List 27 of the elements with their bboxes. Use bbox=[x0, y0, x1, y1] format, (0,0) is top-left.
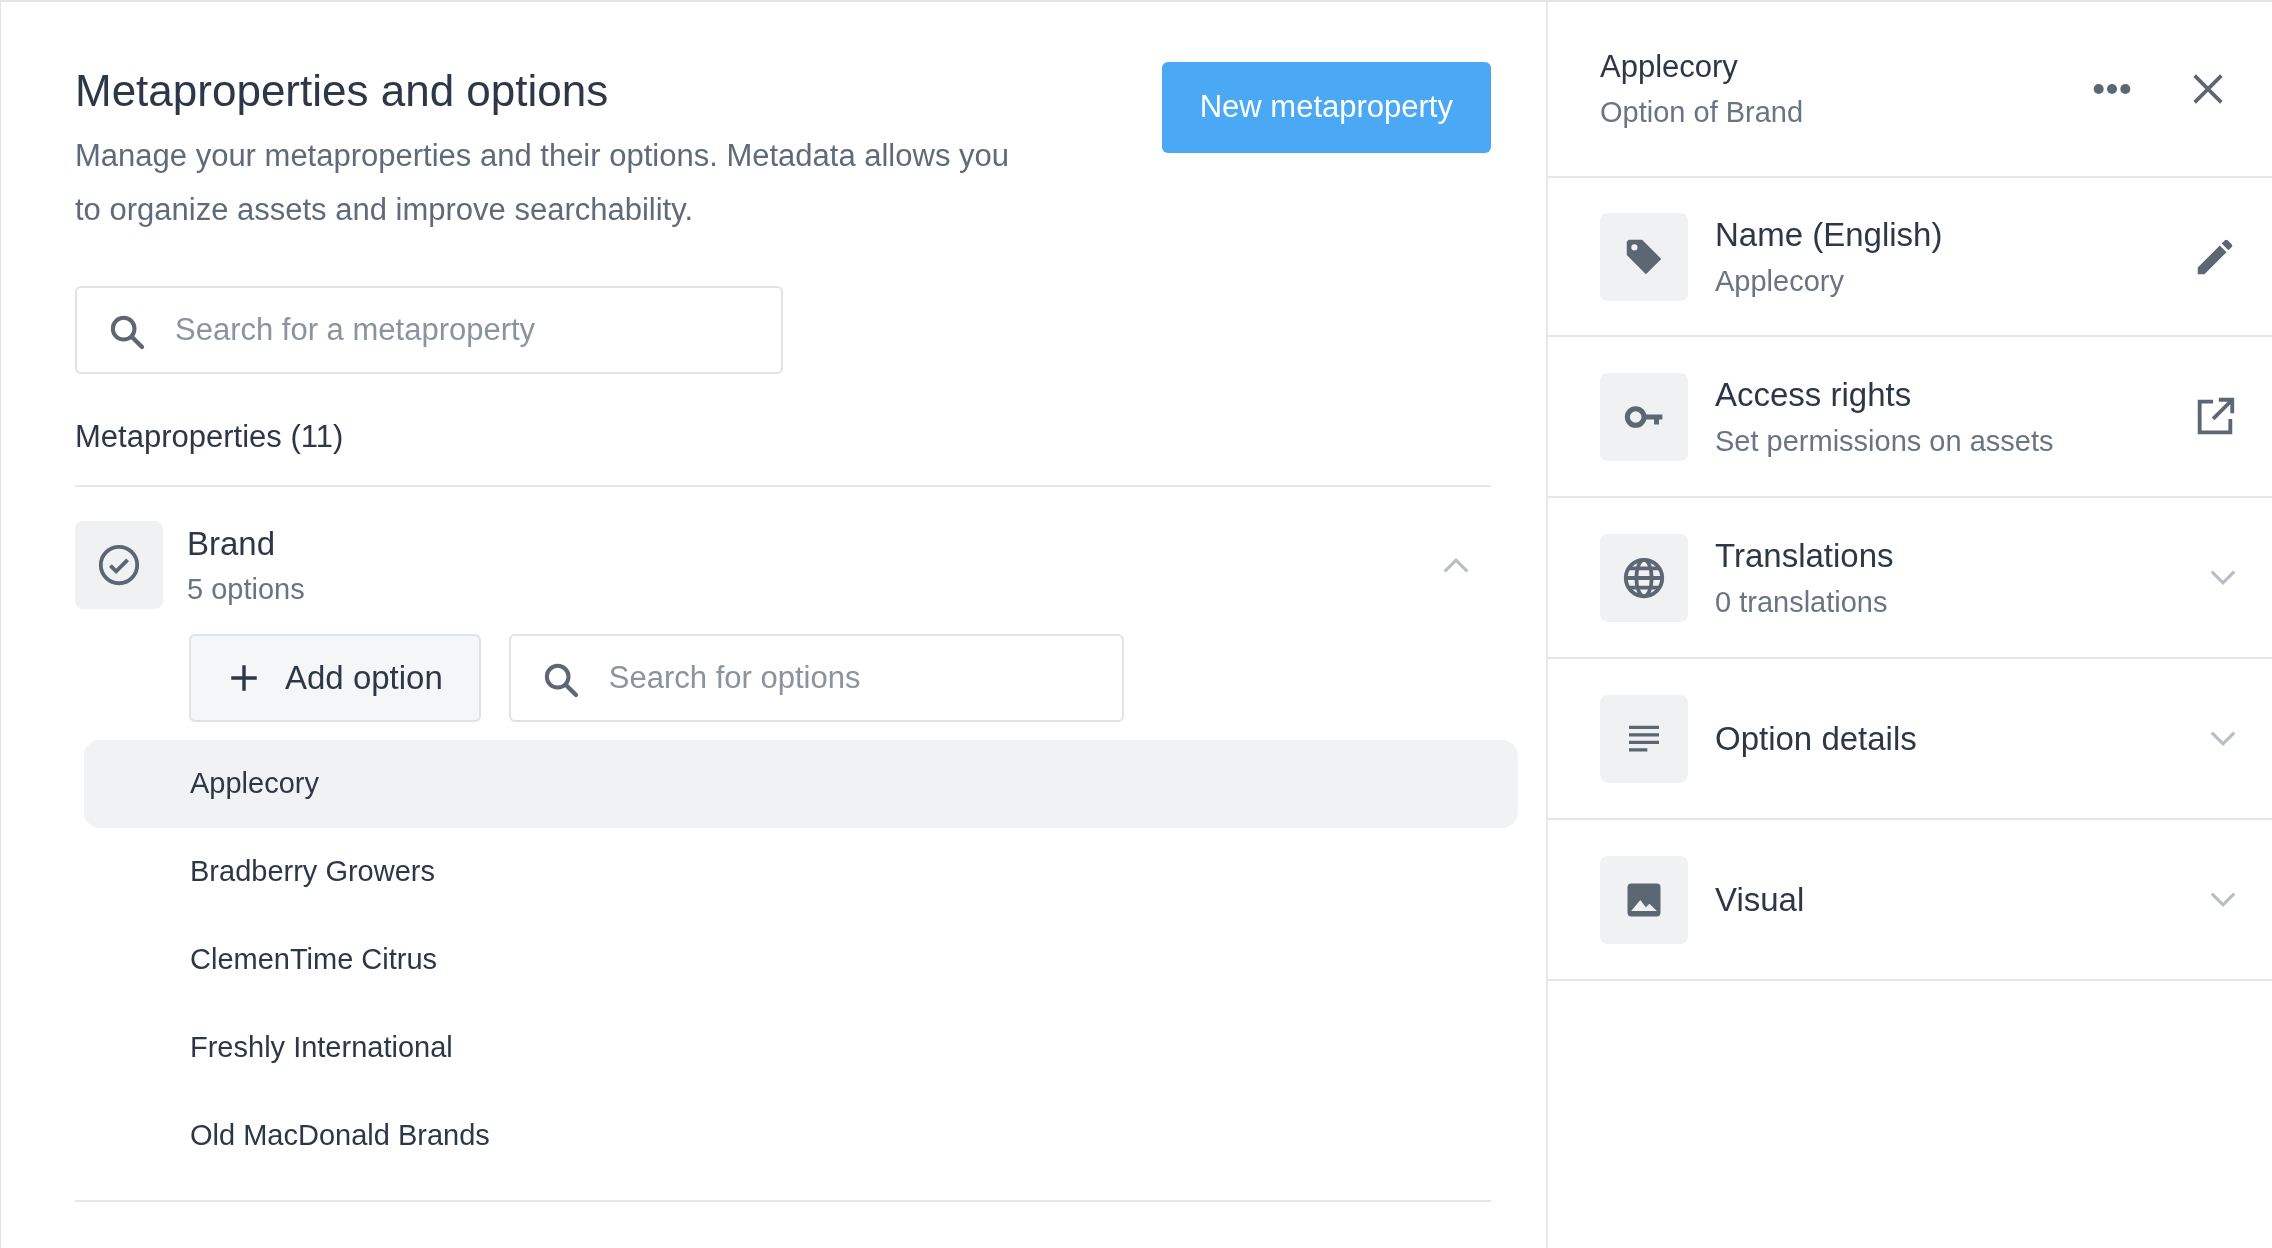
chevron-up-icon bbox=[1441, 557, 1471, 574]
page-description: Manage your metaproperties and their options. Metadata allows you to organize assets and improve searchability. bbox=[75, 137, 1010, 230]
section-subtitle: Set permissions on assets bbox=[1715, 423, 2055, 459]
panel-title: Applecory bbox=[1600, 48, 1739, 86]
option-item[interactable]: Freshly International bbox=[84, 1003, 1518, 1092]
add-option-button[interactable]: Add option bbox=[189, 633, 481, 722]
metaproperty-name: Brand bbox=[187, 523, 277, 564]
section-subtitle: 0 translations bbox=[1715, 584, 1889, 620]
section-title: Name (English) bbox=[1715, 215, 1944, 255]
option-item[interactable]: Applecory bbox=[84, 739, 1518, 828]
option-item[interactable]: Old MacDonald Brands bbox=[84, 1091, 1518, 1180]
chevron-down-icon bbox=[2208, 730, 2238, 747]
section-subtitle: Applecory bbox=[1715, 263, 1845, 299]
option-item[interactable]: ClemenTime Citrus bbox=[84, 915, 1518, 1004]
chevron-down-icon bbox=[2208, 569, 2238, 586]
section-title: Access rights bbox=[1715, 375, 1913, 415]
section-title: Option details bbox=[1715, 718, 1918, 759]
section-heading: Metaproperties (11) bbox=[75, 373, 1491, 487]
option-item[interactable]: Bradberry Growers bbox=[84, 827, 1518, 916]
search-field[interactable]: Search for options bbox=[508, 633, 1124, 722]
page-title: Metaproperties and options bbox=[75, 65, 610, 117]
option-count: 5 options bbox=[187, 572, 306, 608]
panel-subtitle: Option of Brand bbox=[1600, 94, 1805, 130]
chevron-down-icon bbox=[2208, 891, 2238, 908]
section-title: Visual bbox=[1715, 879, 1806, 920]
section-title: Translations bbox=[1715, 536, 1895, 576]
search-field[interactable]: Search for a metaproperty bbox=[75, 285, 783, 374]
